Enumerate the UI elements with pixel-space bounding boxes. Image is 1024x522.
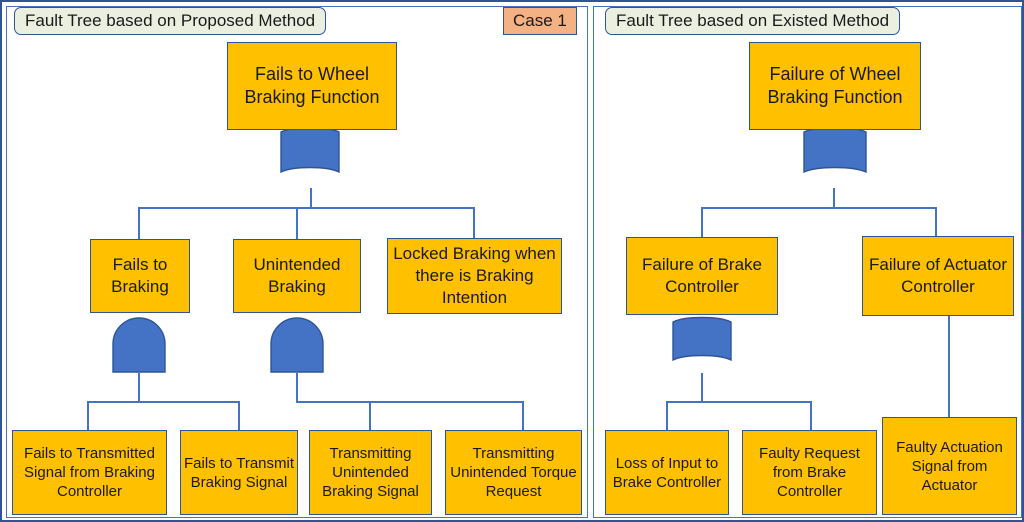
node-left-leaf1-label: Fails to Transmitted Signal from Braking… xyxy=(24,445,155,500)
right-direct-leaf3 xyxy=(948,314,950,417)
left-panel-title: Fault Tree based on Proposed Method xyxy=(14,7,327,35)
right-bus-or2 xyxy=(666,401,812,403)
node-left-leaf2-label: Fails to Transmit Braking Signal xyxy=(183,454,295,491)
left-bus-level1 xyxy=(138,207,475,209)
node-left-leaf1[interactable]: Fails to Transmitted Signal from Braking… xyxy=(12,430,167,515)
node-right-mid2[interactable]: Failure of Actuator Controller xyxy=(862,236,1014,316)
right-drop-mid1 xyxy=(701,207,703,237)
or-gate-right-top xyxy=(802,124,868,190)
right-drop-leaf1 xyxy=(666,401,668,430)
node-left-leaf4-label: Transmitting Unintended Torque Request xyxy=(450,445,577,500)
node-left-mid2[interactable]: Unintended Braking xyxy=(233,239,361,313)
right-drop-mid2 xyxy=(935,207,937,237)
or-gate-left-top xyxy=(279,124,341,190)
left-bus-and2 xyxy=(296,401,524,403)
node-left-mid3-label: Locked Braking when there is Braking Int… xyxy=(393,244,556,307)
left-and2-stem xyxy=(296,373,298,403)
node-right-mid1-label: Failure of Brake Controller xyxy=(642,255,762,296)
node-left-leaf3[interactable]: Transmitting Unintended Braking Signal xyxy=(309,430,432,515)
node-left-mid1-label: Fails to Braking xyxy=(111,255,169,296)
case-badge: Case 1 xyxy=(503,7,577,35)
node-left-mid1[interactable]: Fails to Braking xyxy=(90,239,190,313)
left-drop-leaf2 xyxy=(238,401,240,430)
left-drop-leaf1 xyxy=(87,401,89,430)
right-drop-leaf2 xyxy=(810,401,812,430)
node-right-top[interactable]: Failure of Wheel Braking Function xyxy=(749,42,921,130)
right-or2-stem xyxy=(701,373,703,403)
fault-tree-diagram: Fault Tree based on Proposed Method Faul… xyxy=(0,0,1024,522)
node-right-leaf1[interactable]: Loss of Input to Brake Controller xyxy=(605,430,729,515)
node-right-leaf1-label: Loss of Input to Brake Controller xyxy=(612,454,722,491)
node-right-leaf2-label: Faulty Request from Brake Controller xyxy=(759,445,860,500)
left-bus-and1 xyxy=(87,401,240,403)
left-drop-mid1 xyxy=(138,207,140,239)
node-left-top-label: Fails to Wheel Braking Function xyxy=(244,64,380,107)
or-gate-right-mid xyxy=(671,314,733,376)
node-left-leaf4[interactable]: Transmitting Unintended Torque Request xyxy=(445,430,582,515)
node-right-mid2-label: Failure of Actuator Controller xyxy=(869,255,1007,296)
node-right-top-label: Failure of Wheel Braking Function xyxy=(767,64,903,107)
right-gate-stem xyxy=(833,188,835,208)
node-left-leaf3-label: Transmitting Unintended Braking Signal xyxy=(322,445,419,500)
left-drop-leaf3 xyxy=(369,401,371,430)
left-drop-leaf4 xyxy=(522,401,524,430)
right-panel-title: Fault Tree based on Existed Method xyxy=(605,7,901,35)
left-gate-stem xyxy=(310,188,312,208)
node-left-leaf2[interactable]: Fails to Transmit Braking Signal xyxy=(180,430,298,515)
left-and1-stem xyxy=(138,373,140,403)
node-left-mid3[interactable]: Locked Braking when there is Braking Int… xyxy=(387,238,562,314)
left-drop-mid3 xyxy=(473,207,475,239)
node-right-leaf2[interactable]: Faulty Request from Brake Controller xyxy=(742,430,877,515)
node-right-leaf3[interactable]: Faulty Actuation Signal from Actuator xyxy=(882,417,1017,515)
left-drop-mid2 xyxy=(296,207,298,239)
node-right-leaf3-label: Faulty Actuation Signal from Actuator xyxy=(896,438,1003,494)
and-gate-left-1 xyxy=(109,314,169,376)
right-bus-level1 xyxy=(701,207,937,209)
node-left-mid2-label: Unintended Braking xyxy=(253,255,341,296)
node-right-mid1[interactable]: Failure of Brake Controller xyxy=(626,237,778,315)
and-gate-left-2 xyxy=(267,314,327,376)
node-left-top[interactable]: Fails to Wheel Braking Function xyxy=(227,42,397,130)
